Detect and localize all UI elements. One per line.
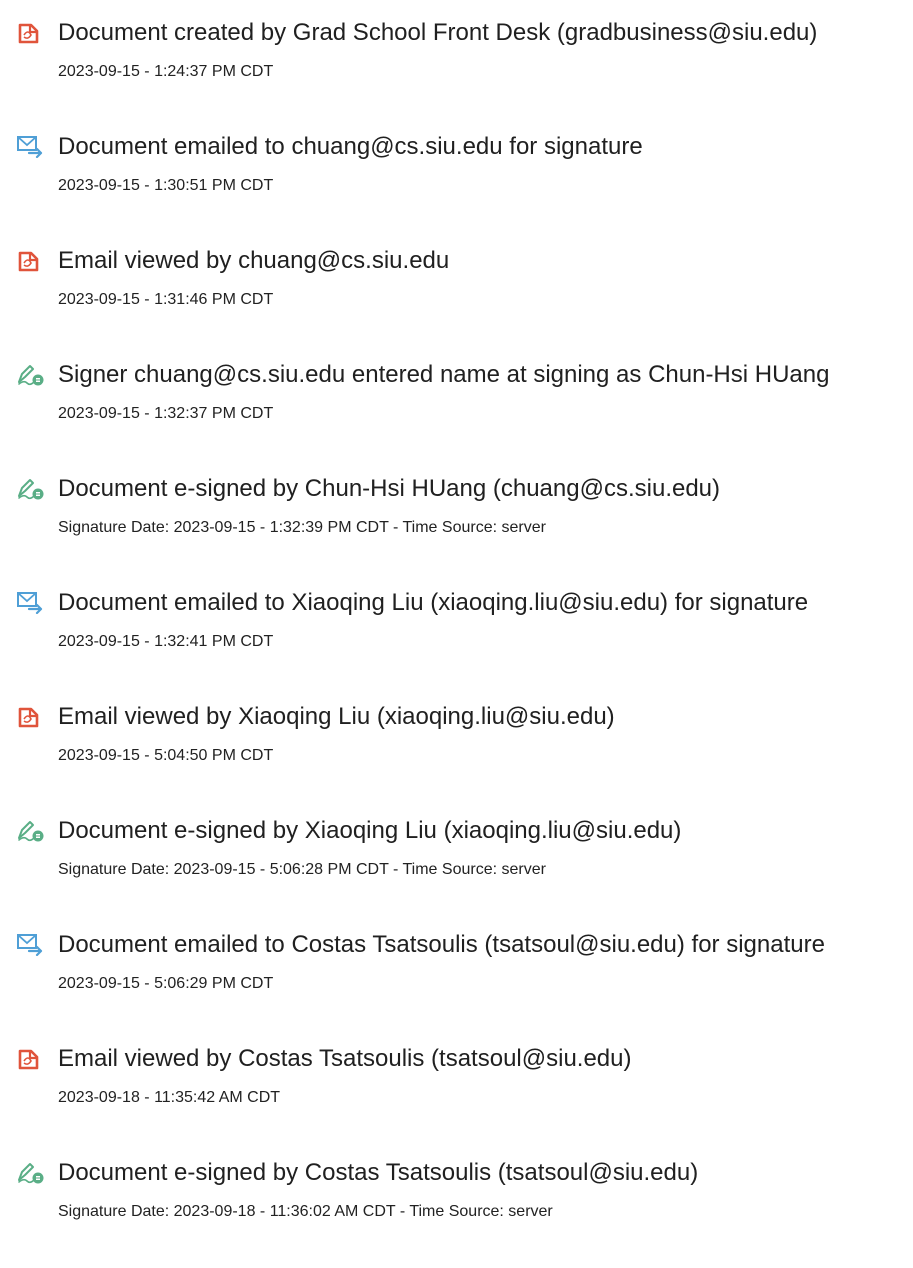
entry-signature-date: Signature Date: 2023-09-15 - 5:06:28 PM … [58,861,546,878]
audit-entry: Document e-signed by Chun-Hsi HUang (chu… [16,470,913,584]
audit-entry: Document e-signed by Xiaoqing Liu (xiaoq… [16,812,913,926]
audit-entry: Signer chuang@cs.siu.edu entered name at… [16,356,913,470]
signature-icon [16,818,46,844]
entry-signature-date: Signature Date: 2023-09-15 - 1:32:39 PM … [58,519,546,536]
entry-title: Document e-signed by Chun-Hsi HUang (chu… [58,475,721,502]
entry-title: Email viewed by Costas Tsatsoulis (tsats… [58,1045,632,1072]
entry-signature-date: Signature Date: 2023-09-18 - 11:36:02 AM… [58,1203,553,1220]
audit-entry: Email viewed by Costas Tsatsoulis (tsats… [16,1040,913,1154]
document-icon [16,20,46,46]
entry-timestamp: 2023-09-15 - 1:30:51 PM CDT [58,177,274,194]
document-icon [16,704,46,730]
entry-timestamp: 2023-09-15 - 1:24:37 PM CDT [58,63,274,80]
entry-timestamp: 2023-09-15 - 5:04:50 PM CDT [58,747,274,764]
entry-title: Document emailed to chuang@cs.siu.edu fo… [58,133,643,160]
email-icon [16,134,46,160]
entry-timestamp: 2023-09-18 - 11:35:42 AM CDT [58,1089,281,1106]
entry-title: Email viewed by chuang@cs.siu.edu [58,247,450,274]
email-icon [16,932,46,958]
audit-entry: Document emailed to chuang@cs.siu.edu fo… [16,128,913,242]
entry-title: Document e-signed by Xiaoqing Liu (xiaoq… [58,817,682,844]
entry-timestamp: 2023-09-15 - 1:32:37 PM CDT [58,405,274,422]
audit-trail-list: Document created by Grad School Front De… [16,14,913,1268]
entry-timestamp: 2023-09-15 - 1:32:41 PM CDT [58,633,274,650]
signature-icon [16,476,46,502]
signature-icon [16,362,46,388]
audit-entry: Document emailed to Xiaoqing Liu (xiaoqi… [16,584,913,698]
entry-title: Document emailed to Costas Tsatsoulis (t… [58,931,825,958]
audit-entry: Email viewed by chuang@cs.siu.edu 2023-0… [16,242,913,356]
audit-entry: Document emailed to Costas Tsatsoulis (t… [16,926,913,1040]
audit-entry: Email viewed by Xiaoqing Liu (xiaoqing.l… [16,698,913,812]
entry-timestamp: 2023-09-15 - 1:31:46 PM CDT [58,291,274,308]
audit-entry: Document e-signed by Costas Tsatsoulis (… [16,1154,913,1268]
email-icon [16,590,46,616]
entry-timestamp: 2023-09-15 - 5:06:29 PM CDT [58,975,274,992]
audit-entry: Document created by Grad School Front De… [16,14,913,128]
entry-title: Signer chuang@cs.siu.edu entered name at… [58,361,830,388]
entry-title: Document created by Grad School Front De… [58,19,818,46]
entry-title: Email viewed by Xiaoqing Liu (xiaoqing.l… [58,703,615,730]
document-icon [16,248,46,274]
entry-title: Document e-signed by Costas Tsatsoulis (… [58,1159,699,1186]
document-icon [16,1046,46,1072]
signature-icon [16,1160,46,1186]
entry-title: Document emailed to Xiaoqing Liu (xiaoqi… [58,589,809,616]
